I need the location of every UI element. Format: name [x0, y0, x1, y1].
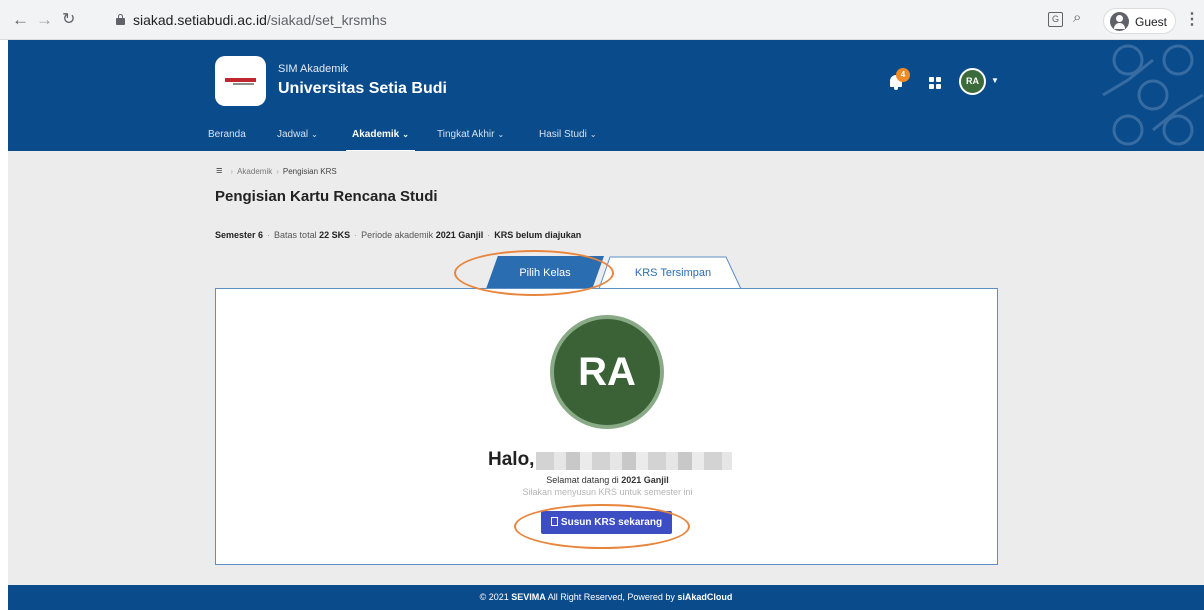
nav-item-akademik[interactable]: Akademik ⌄ [346, 129, 415, 151]
breadcrumb-current: Pengisian KRS [282, 167, 337, 176]
chevron-down-icon: ⌄ [497, 130, 505, 139]
back-arrow-icon[interactable]: ← [12, 10, 29, 30]
lock-icon [116, 14, 125, 25]
page-edge [0, 40, 8, 610]
browser-toolbar: ← → ↻ siakad.setiabudi.ac.id/siakad/set_… [0, 0, 1204, 40]
krs-status: KRS belum diajukan [494, 230, 582, 240]
document-icon [550, 517, 558, 526]
batas-prefix: Batas total [274, 230, 317, 240]
app-header: SIM Akademik Universitas Setia Budi 4 RA… [8, 40, 1204, 151]
url-text[interactable]: siakad.setiabudi.ac.id/siakad/set_krsmhs [133, 12, 387, 28]
app-title[interactable]: Universitas Setia Budi [278, 80, 447, 98]
breadcrumb-separator: › [230, 167, 234, 176]
translate-icon[interactable]: G [1048, 12, 1063, 27]
periode-value: 2021 Ganjil [435, 230, 484, 240]
app-subtitle: SIM Akademik [278, 63, 349, 75]
nav-item-jadwal[interactable]: Jadwal ⌄ [277, 129, 318, 140]
krs-info-line: Semester 6 · Batas total 22 SKS · Periode ak… [215, 230, 582, 240]
caret-down-icon[interactable]: ▼ [991, 76, 999, 85]
chevron-down-icon: ⌄ [311, 130, 318, 139]
profile-name: Guest [1135, 15, 1168, 29]
greeting: Halo, [488, 449, 535, 470]
url-host: siakad.setiabudi.ac.id [133, 12, 267, 28]
welcome-text: Selamat datang di 2021 Ganjil [546, 475, 669, 485]
batik-pattern-icon [1102, 44, 1204, 146]
nav-item-tingkat-akhir[interactable]: Tingkat Akhir ⌄ [437, 129, 504, 140]
tab-label: KRS Tersimpan [634, 267, 712, 279]
url-path: /siakad/set_krsmhs [266, 12, 387, 28]
reload-icon[interactable]: ↻ [62, 10, 75, 30]
footer-powered[interactable]: siAkadCloud [677, 592, 732, 602]
breadcrumb-akademik[interactable]: Akademik [237, 167, 272, 176]
susun-krs-button[interactable]: Susun KRS sekarang [541, 511, 672, 534]
main-content: ≡ › Akademik › Pengisian KRS Pengisian Kartu… [8, 151, 1204, 585]
footer: © 2021 SEVIMA All Right Reserved, Powere… [8, 585, 1204, 610]
chevron-down-icon: ⌄ [402, 130, 409, 139]
apps-grid-icon[interactable] [929, 77, 941, 89]
welcome-period: 2021 Ganjil [621, 475, 669, 485]
person-icon [1110, 12, 1129, 31]
tab-pilih-kelas[interactable]: Pilih Kelas [486, 256, 604, 289]
breadcrumb-separator: › [276, 167, 279, 176]
notification-badge: 4 [896, 68, 910, 82]
user-avatar[interactable]: RA [959, 68, 986, 95]
nav-item-beranda[interactable]: Beranda [208, 129, 246, 140]
university-logo[interactable] [215, 56, 266, 106]
hamburger-menu-icon[interactable]: ≡ [216, 165, 222, 177]
page-title: Pengisian Kartu Rencana Studi [215, 188, 438, 205]
periode-prefix: Periode akademik [361, 230, 434, 240]
tab-label: Pilih Kelas [519, 267, 571, 279]
semester-label: Semester 6 [215, 230, 264, 240]
nav-item-hasil-studi[interactable]: Hasil Studi ⌄ [539, 129, 597, 140]
hint-text: Silakan menyusun KRS untuk semester ini [522, 487, 693, 497]
user-avatar-large: RA [550, 315, 664, 429]
batas-value: 22 SKS [319, 230, 351, 240]
krs-panel: RA Halo, Selamat datang di 2021 Ganjil S… [215, 288, 998, 565]
button-label: Susun KRS sekarang [560, 517, 663, 528]
breadcrumb: ≡ › Akademik › Pengisian KRS [216, 165, 337, 177]
profile-button[interactable]: Guest [1103, 8, 1176, 34]
zoom-icon[interactable]: ⌕ [1073, 9, 1081, 26]
more-menu-icon[interactable]: ⋮ [1184, 9, 1200, 29]
forward-arrow-icon[interactable]: → [36, 10, 53, 30]
blurred-name [536, 452, 732, 470]
chevron-down-icon: ⌄ [589, 130, 597, 139]
footer-brand: SEVIMA [511, 592, 546, 602]
tab-krs-tersimpan[interactable]: KRS Tersimpan [598, 256, 748, 290]
